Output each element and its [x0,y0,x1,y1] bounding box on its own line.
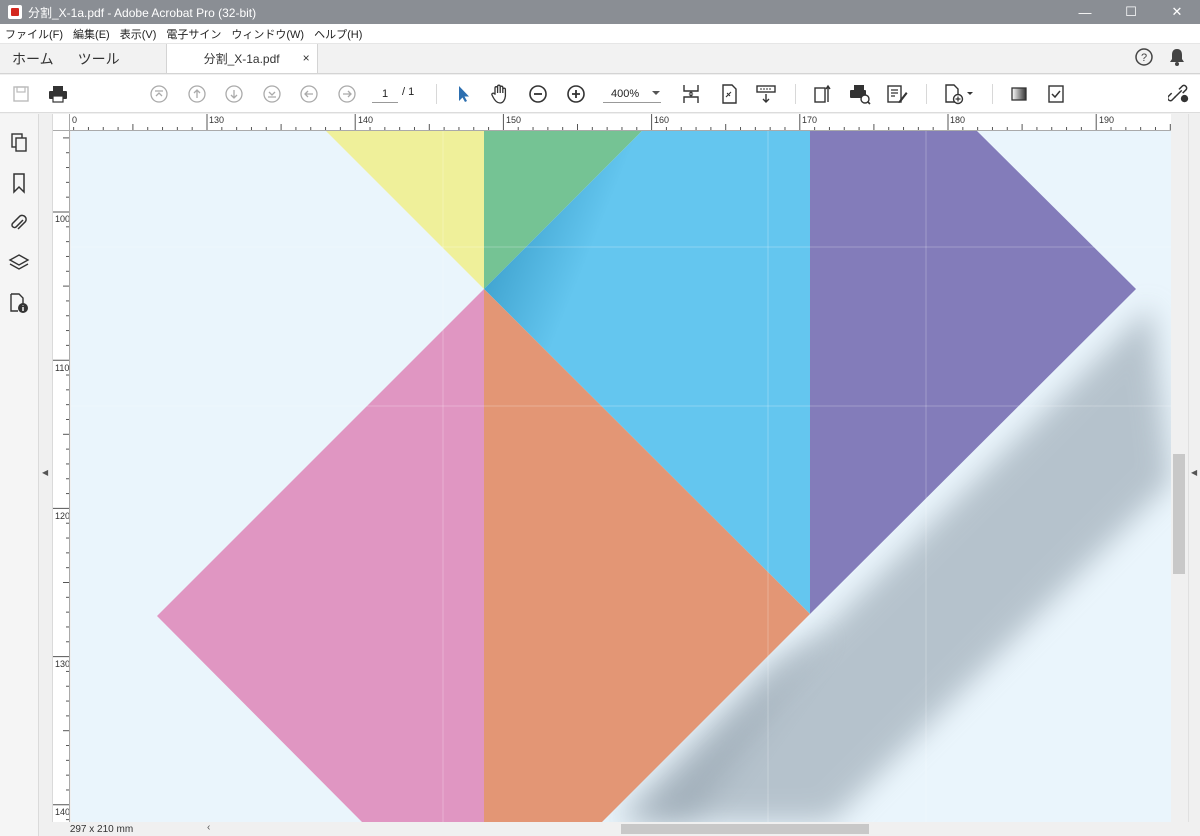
toolbar-separator [436,84,437,104]
back-view-icon[interactable] [298,83,320,105]
tab-document[interactable]: 分割_X-1a.pdf × [165,44,318,73]
svg-text:?: ? [1141,52,1147,64]
ruler-label: 180 [950,115,966,125]
ruler-horizontal: 0 130 140 150 160 170 180 190 [53,114,1171,131]
menu-view[interactable]: 表示(V) [115,26,162,42]
save-icon[interactable] [10,83,32,105]
ruler-label: 100 [55,214,70,224]
print-production-icon[interactable] [849,83,871,105]
horizontal-scroll-thumb[interactable] [621,824,869,834]
last-page-icon[interactable] [261,83,283,105]
zoom-in-icon[interactable] [565,83,587,105]
ruler-label: 150 [506,115,522,125]
select-tool-icon[interactable] [452,83,474,105]
ruler-label: 140 [358,115,374,125]
ruler-vertical: 100 110 120 130 140 [53,131,70,822]
ruler-label: 110 [55,363,70,373]
window-title: 分割_X-1a.pdf - Adobe Acrobat Pro (32-bit) [28,5,257,20]
attachments-icon[interactable] [8,212,30,234]
edit-pdf-icon[interactable] [886,83,908,105]
ruler-label: 190 [1099,115,1115,125]
page-size-label: 297 x 210 mm [69,823,134,835]
layers-icon[interactable] [8,252,30,274]
vertical-scroll-thumb[interactable] [1173,454,1185,574]
status-bar: 297 x 210 mm ‹ › [53,822,1200,836]
close-window-button[interactable]: ✕ [1154,0,1200,24]
menu-edit[interactable]: 編集(E) [68,26,115,42]
bookmarks-icon[interactable] [8,172,30,194]
fit-page-icon[interactable] [680,83,702,105]
first-page-icon[interactable] [148,83,170,105]
acrobat-app-icon [8,5,22,19]
document-tab-label: 分割_X-1a.pdf [203,52,280,66]
chevron-left-icon: ◀ [42,468,49,477]
preflight-icon[interactable] [1045,83,1067,105]
print-icon[interactable] [47,83,69,105]
toolbar-separator [795,84,796,104]
scroll-left-arrow[interactable]: ‹ [207,822,210,833]
right-pane-toggle[interactable]: ◀ [1188,114,1200,822]
toolbar: 1 / 1 400% [0,75,1200,113]
page-number-input[interactable]: 1 [372,85,398,103]
horizontal-scrollbar[interactable]: ‹ › [203,822,1200,836]
maximize-button[interactable]: ☐ [1108,0,1154,24]
menu-bar: ファイル(F) 編集(E) 表示(V) 電子サイン ウィンドウ(W) ヘルプ(H… [0,24,1200,44]
menu-esign[interactable]: 電子サイン [161,26,226,42]
scroll-mode-icon[interactable] [755,83,777,105]
ruler-label: 170 [802,115,818,125]
page-artwork [71,131,1171,822]
forward-view-icon[interactable] [336,83,358,105]
create-pdf-icon[interactable] [944,83,974,105]
menu-window[interactable]: ウィンドウ(W) [226,26,309,42]
navigation-pane [0,114,39,836]
ruler-vertical-ticks [53,137,69,821]
menu-file[interactable]: ファイル(F) [0,26,68,42]
ruler-label: 140 [55,807,70,817]
ruler-label: 130 [209,115,225,125]
vertical-scrollbar[interactable] [1171,114,1188,822]
previous-page-icon[interactable] [186,83,208,105]
minimize-button[interactable]: — [1062,0,1108,24]
tab-tools[interactable]: ツール [66,44,132,73]
chevron-down-icon [651,88,661,100]
yellow-triangle [326,131,484,289]
ruler-label: 0 [72,115,78,125]
title-bar: 分割_X-1a.pdf - Adobe Acrobat Pro (32-bit)… [0,0,1200,24]
page-thumbnails-icon[interactable] [8,132,30,154]
zoom-level-select[interactable]: 400% [603,85,661,103]
tab-home[interactable]: ホーム [0,44,66,73]
document-canvas[interactable] [71,131,1171,822]
document-properties-icon[interactable] [8,292,30,314]
zoom-level-value: 400% [611,87,640,100]
ruler-corner [53,114,70,131]
hand-tool-icon[interactable] [489,83,511,105]
menu-help[interactable]: ヘルプ(H) [309,26,367,42]
next-page-icon[interactable] [223,83,245,105]
output-preview-icon[interactable] [1008,83,1030,105]
ruler-label: 130 [55,659,70,669]
tab-bar: ホーム ツール 分割_X-1a.pdf × ? [0,44,1200,74]
page-total-label: / 1 [402,86,415,98]
close-tab-button[interactable]: × [303,51,310,65]
notification-bell-icon[interactable] [1168,47,1186,70]
ruler-label: 160 [654,115,670,125]
left-pane-toggle[interactable]: ◀ [39,114,53,822]
help-icon[interactable]: ? [1134,47,1154,70]
chevron-left-icon: ◀ [1191,468,1198,477]
toolbar-separator [992,84,993,104]
share-link-icon[interactable] [1168,83,1190,105]
pink-quad [157,289,484,822]
toolbar-separator [926,84,927,104]
organize-pages-icon[interactable] [812,83,834,105]
full-screen-icon[interactable] [718,83,740,105]
zoom-out-icon[interactable] [527,83,549,105]
ruler-label: 120 [55,511,70,521]
